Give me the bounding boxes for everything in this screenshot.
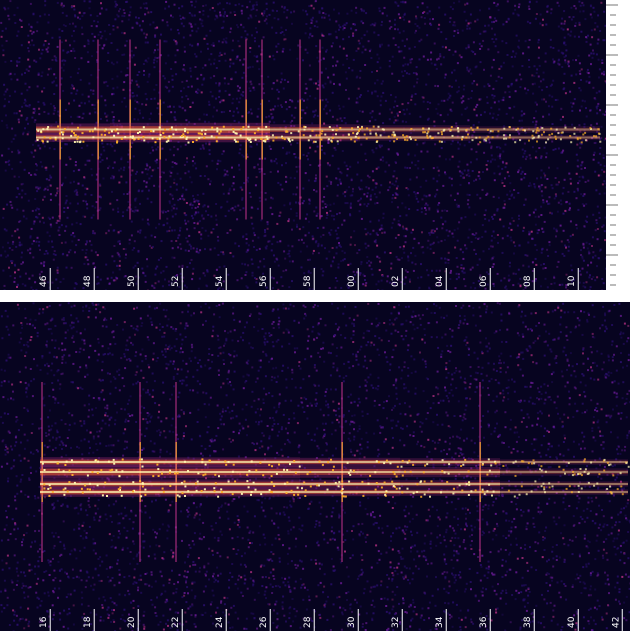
x-tick-label-13: 42 xyxy=(611,617,621,628)
spectrogram-top-canvas: 4648505254565800020406081012 xyxy=(0,0,630,290)
x-tick-label-10: 06 xyxy=(479,275,489,287)
spectrogram-bottom-canvas: 16 18 20 22 24 26 28 30 32 34 36 38 40 42 xyxy=(0,302,630,631)
x-tick-label-12: 10 xyxy=(567,275,577,287)
x-tick-label-4: 54 xyxy=(215,275,225,287)
spectrogram-bottom: 16 18 20 22 24 26 28 30 32 34 36 38 40 42 xyxy=(0,302,630,631)
signal-segment-2 xyxy=(270,124,361,143)
x-tick-label-7: 00 xyxy=(347,275,357,287)
signal-segment-1 xyxy=(110,122,270,144)
x-tick-label-4: 24 xyxy=(215,616,225,628)
x-tick-label-0: 16 xyxy=(39,616,49,628)
signal-segment-1 xyxy=(160,457,301,498)
x-tick-label-3: 52 xyxy=(171,276,181,287)
x-tick-label-0: 46 xyxy=(39,275,49,287)
frequency-ruler-canvas xyxy=(606,4,618,286)
x-tick-label-8: 02 xyxy=(391,276,401,287)
frequency-ruler xyxy=(606,0,630,290)
spectrogram-background xyxy=(0,0,630,290)
x-tick-label-5: 56 xyxy=(259,275,269,287)
x-tick-label-2: 20 xyxy=(127,616,137,628)
x-tick-label-7: 30 xyxy=(347,616,357,628)
x-tick-label-9: 04 xyxy=(435,275,445,287)
x-tick-label-9: 34 xyxy=(435,616,445,628)
x-tick-label-1: 48 xyxy=(83,275,93,287)
signal-segment-0 xyxy=(40,457,160,498)
x-tick-label-10: 36 xyxy=(479,616,489,628)
panel-divider xyxy=(0,290,630,302)
signal-segment-0 xyxy=(36,123,111,144)
spectrogram-top: 4648505254565800020406081012 xyxy=(0,0,630,290)
x-tick-label-6: 28 xyxy=(303,616,313,628)
x-tick-label-11: 38 xyxy=(523,616,533,628)
x-tick-label-1: 18 xyxy=(83,616,93,628)
x-tick-label-11: 08 xyxy=(523,275,533,287)
x-tick-label-6: 58 xyxy=(303,275,313,287)
x-tick-label-5: 26 xyxy=(259,616,269,628)
x-tick-label-12: 40 xyxy=(567,616,577,628)
x-tick-label-2: 50 xyxy=(127,275,137,287)
x-tick-label-8: 32 xyxy=(391,617,401,628)
signal-segment-2 xyxy=(300,457,401,498)
x-tick-label-3: 22 xyxy=(171,617,181,628)
